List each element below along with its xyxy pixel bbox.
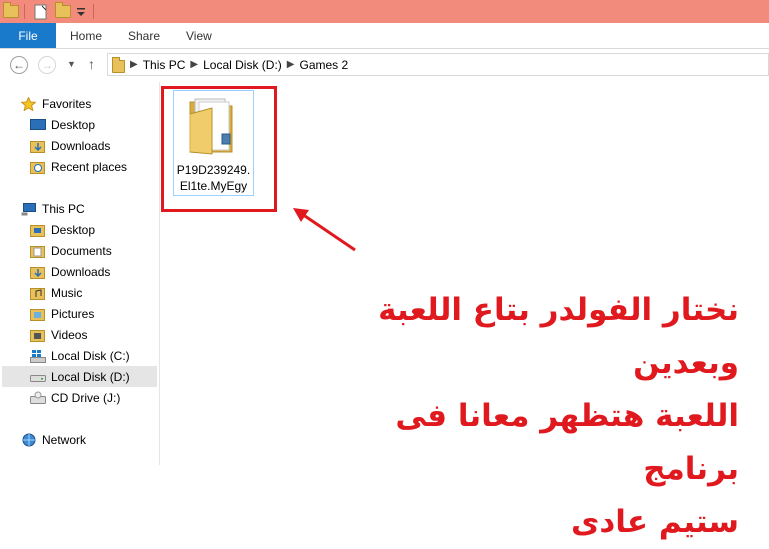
breadcrumb-this-pc[interactable]: This PC — [143, 58, 186, 72]
annotation-text: نختار الفولدر بتاع اللعبة وبعدين اللعبة … — [289, 284, 739, 549]
annotation-arrow — [293, 208, 356, 252]
sidebar-item-label: Desktop — [51, 222, 96, 237]
breadcrumb-games-2[interactable]: Games 2 — [299, 58, 348, 72]
sidebar-item-label: Videos — [51, 327, 88, 342]
pictures-folder-icon — [30, 307, 46, 321]
star-icon — [20, 95, 37, 112]
sidebar-item-desktop[interactable]: Desktop — [30, 219, 95, 240]
new-folder-icon[interactable] — [55, 2, 71, 20]
navigation-bar: ← → ▼ ↑ ▶ This PC ▶ Local Disk (D:) ▶ Ga… — [0, 49, 769, 80]
network-icon — [21, 433, 37, 447]
sidebar-item-recent-places[interactable]: Recent places — [30, 156, 127, 177]
sidebar-item-documents[interactable]: Documents — [30, 240, 112, 261]
desktop-folder-icon — [30, 223, 46, 237]
folder-icon[interactable] — [3, 2, 19, 20]
sidebar-item-label: Documents — [51, 243, 112, 258]
sidebar-item-label: Local Disk (D:) — [51, 369, 130, 384]
back-button[interactable]: ← — [10, 56, 28, 74]
arrow-right-icon: → — [41, 58, 53, 72]
sidebar-item-downloads[interactable]: Downloads — [30, 135, 110, 156]
sidebar-item-pictures[interactable]: Pictures — [30, 303, 94, 324]
navigation-pane: Favorites Desktop Downloads Recent place… — [0, 82, 160, 465]
sidebar-item-local-disk-d[interactable]: Local Disk (D:) — [2, 366, 157, 387]
recent-places-icon — [30, 160, 46, 174]
sidebar-item-label: Desktop — [51, 117, 96, 132]
sidebar-item-music[interactable]: Music — [30, 282, 82, 303]
title-bar — [0, 0, 769, 23]
sidebar-item-label: Favorites — [42, 96, 92, 111]
tab-home[interactable]: Home — [70, 23, 102, 48]
sidebar-item-label: Network — [42, 432, 87, 447]
arrow-left-icon: ← — [13, 58, 25, 72]
tab-share[interactable]: Share — [128, 23, 160, 48]
highlight-box — [161, 86, 277, 212]
annotation-line: نختار الفولدر بتاع اللعبة وبعدين — [378, 292, 739, 381]
computer-icon — [21, 202, 37, 216]
sidebar-item-desktop[interactable]: Desktop — [30, 114, 95, 135]
folder-icon — [112, 56, 125, 73]
annotation-line: ستيم عادى — [570, 504, 739, 540]
sidebar-item-label: Local Disk (C:) — [51, 348, 130, 363]
tab-file[interactable]: File — [0, 23, 56, 48]
drive-icon — [30, 370, 46, 384]
recent-locations-dropdown[interactable]: ▼ — [67, 59, 76, 69]
cd-drive-icon — [30, 391, 46, 405]
sidebar-item-network[interactable]: Network — [21, 429, 86, 450]
chevron-down-icon: ▼ — [67, 59, 76, 69]
sidebar-item-label: This PC — [42, 201, 85, 216]
desktop-icon — [30, 118, 46, 132]
ribbon-tabs: File Home Share View — [0, 23, 769, 49]
address-bar[interactable]: ▶ This PC ▶ Local Disk (D:) ▶ Games 2 — [107, 53, 769, 76]
downloads-folder-icon — [30, 265, 46, 279]
chevron-right-icon: ▶ — [286, 59, 295, 70]
sidebar-item-videos[interactable]: Videos — [30, 324, 87, 345]
sidebar-item-label: Music — [51, 285, 83, 300]
forward-button[interactable]: → — [38, 56, 56, 74]
sidebar-item-downloads[interactable]: Downloads — [30, 261, 110, 282]
chevron-right-icon: ▶ — [190, 59, 199, 70]
music-folder-icon — [30, 286, 46, 300]
documents-folder-icon — [30, 244, 46, 258]
breadcrumb-local-disk-d[interactable]: Local Disk (D:) — [203, 58, 282, 72]
sidebar-item-label: Pictures — [51, 306, 95, 321]
separator — [24, 3, 25, 20]
windows-drive-icon — [30, 349, 46, 363]
downloads-folder-icon — [30, 139, 46, 153]
sidebar-item-local-disk-c[interactable]: Local Disk (C:) — [30, 345, 130, 366]
arrow-up-icon: ↑ — [88, 56, 95, 72]
separator — [93, 3, 94, 20]
videos-folder-icon — [30, 328, 46, 342]
tab-view[interactable]: View — [186, 23, 212, 48]
customize-quick-access-icon[interactable] — [76, 3, 86, 20]
properties-icon[interactable] — [34, 3, 48, 20]
sidebar-item-favorites[interactable]: Favorites — [20, 93, 92, 114]
sidebar-item-cd-drive-j[interactable]: CD Drive (J:) — [30, 387, 120, 408]
sidebar-item-this-pc[interactable]: This PC — [21, 198, 85, 219]
sidebar-item-label: CD Drive (J:) — [51, 390, 121, 405]
sidebar-item-label: Downloads — [51, 264, 111, 279]
chevron-right-icon: ▶ — [130, 59, 138, 70]
annotation-line: اللعبة هتظهر معانا فى برنامج — [395, 398, 739, 487]
sidebar-item-label: Recent places — [51, 159, 128, 174]
sidebar-item-label: Downloads — [51, 138, 111, 153]
up-button[interactable]: ↑ — [88, 56, 95, 72]
